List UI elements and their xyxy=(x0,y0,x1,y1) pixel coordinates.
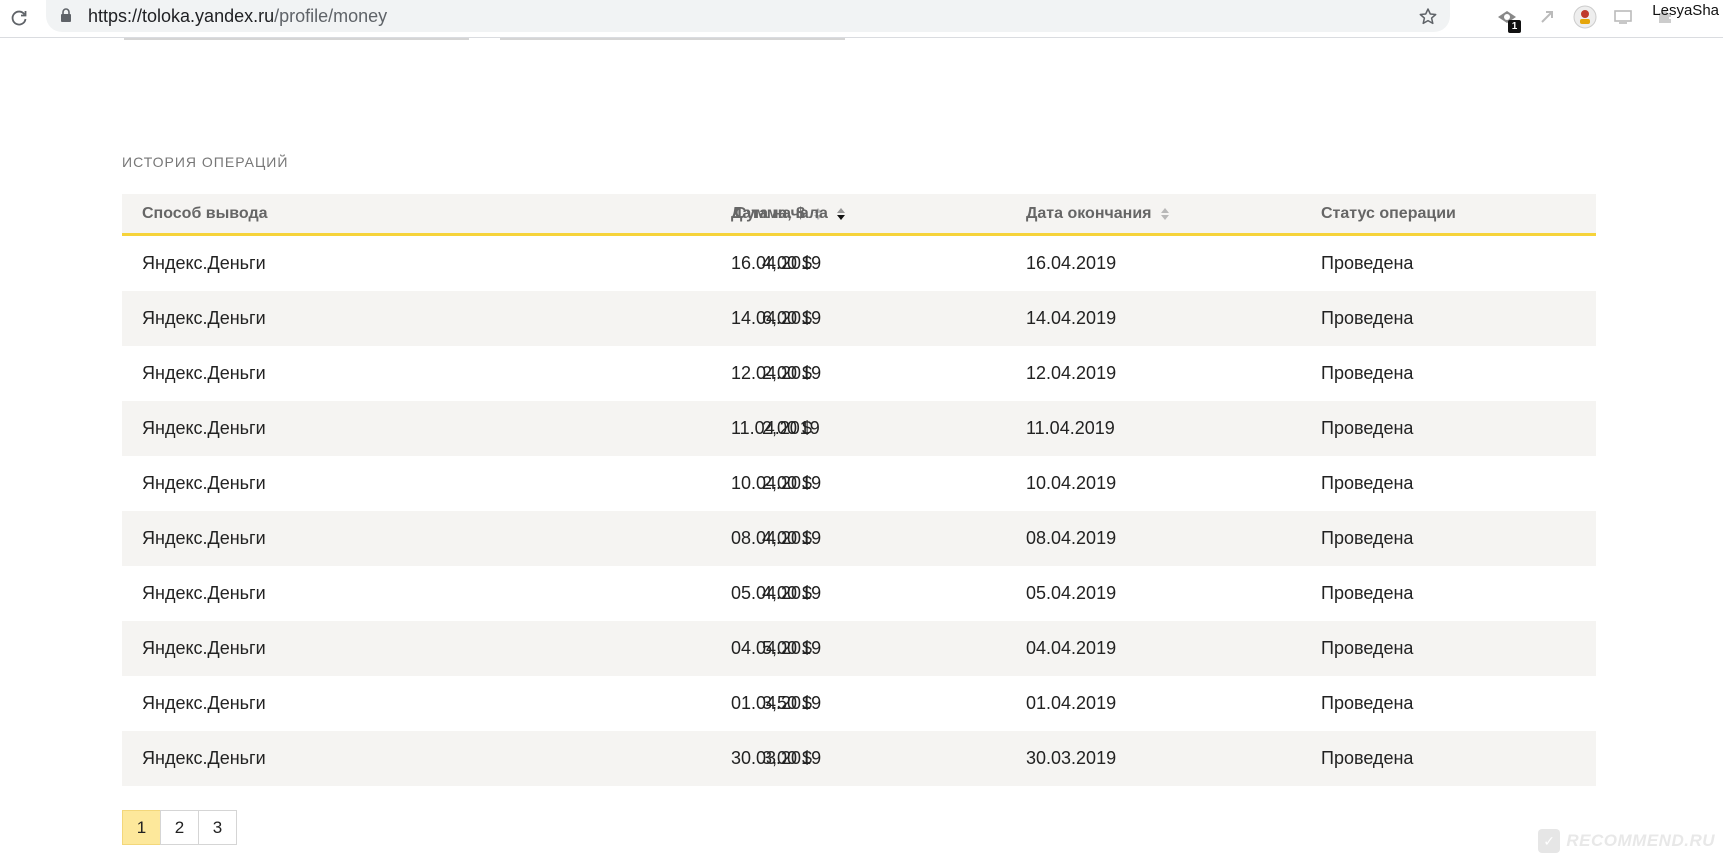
column-header-label: Способ вывода xyxy=(142,205,268,222)
column-header-label: Дата начала xyxy=(731,205,828,222)
cell-method: Яндекс.Деньги xyxy=(142,308,266,328)
column-header-label: Дата окончания xyxy=(1026,205,1152,222)
page-button-1[interactable]: 1 xyxy=(122,810,161,845)
url-path: /profile/money xyxy=(274,6,388,26)
watermark-logo-icon: ✓ xyxy=(1538,829,1561,853)
column-header-label: Статус операции xyxy=(1321,205,1456,222)
cell-start-date: 10.04.2019 xyxy=(731,473,822,493)
reload-icon[interactable] xyxy=(6,5,32,31)
cell-method: Яндекс.Деньги xyxy=(142,253,266,273)
address-bar[interactable]: https://toloka.yandex.ru/profile/money xyxy=(46,0,1450,32)
table-header: Способ вывода Сумма, $ Дата начала Дата … xyxy=(122,194,1596,236)
cell-status: Проведена xyxy=(1321,748,1414,768)
form-field-underline xyxy=(500,38,845,40)
table-row: Яндекс.Деньги 2,00 $11.04.2019 11.04.2019 П… xyxy=(122,401,1596,456)
table-row: Яндекс.Деньги 6,00 $14.04.2019 14.04.2019 П… xyxy=(122,291,1596,346)
cell-start-date: 05.04.2019 xyxy=(731,583,822,603)
extension-screen-icon[interactable] xyxy=(1610,4,1636,30)
cell-end-date: 11.04.2019 xyxy=(1026,418,1115,438)
extension-avatar-icon[interactable] xyxy=(1572,4,1598,30)
cell-method: Яндекс.Деньги xyxy=(142,418,266,438)
table-row: Яндекс.Деньги 3,50 $01.04.2019 01.04.2019 П… xyxy=(122,676,1596,731)
url-text: https://toloka.yandex.ru/profile/money xyxy=(88,6,387,26)
table-row: Яндекс.Деньги 3,00 $30.03.2019 30.03.2019 П… xyxy=(122,731,1596,786)
pagination: 1 2 3 xyxy=(122,810,237,845)
column-header-method: Способ вывода xyxy=(142,205,268,223)
table-row: Яндекс.Деньги 4,00 $08.04.2019 08.04.2019 П… xyxy=(122,511,1596,566)
cell-status: Проведена xyxy=(1321,363,1414,383)
cell-status: Проведена xyxy=(1321,528,1414,548)
cell-end-date: 01.04.2019 xyxy=(1026,693,1117,713)
cell-method: Яндекс.Деньги xyxy=(142,528,266,548)
cell-status: Проведена xyxy=(1321,473,1414,493)
cell-status: Проведена xyxy=(1321,308,1414,328)
page-button-2[interactable]: 2 xyxy=(160,810,199,845)
column-header-end-date[interactable]: Дата окончания xyxy=(1026,205,1169,223)
cell-method: Яндекс.Деньги xyxy=(142,693,266,713)
table-row: Яндекс.Деньги 2,00 $10.04.2019 10.04.2019 П… xyxy=(122,456,1596,511)
operations-table: Способ вывода Сумма, $ Дата начала Дата … xyxy=(122,194,1596,786)
cell-status: Проведена xyxy=(1321,583,1414,603)
cell-end-date: 10.04.2019 xyxy=(1026,473,1117,493)
cell-end-date: 16.04.2019 xyxy=(1026,253,1117,273)
cell-end-date: 04.04.2019 xyxy=(1026,638,1117,658)
cell-method: Яндекс.Деньги xyxy=(142,638,266,658)
section-title: ИСТОРИЯ ОПЕРАЦИЙ xyxy=(122,154,289,170)
cell-end-date: 14.04.2019 xyxy=(1026,308,1117,328)
url-host: https://toloka.yandex.ru xyxy=(88,6,275,26)
cell-end-date: 30.03.2019 xyxy=(1026,748,1117,768)
cell-start-date: 16.04.2019 xyxy=(731,253,822,273)
cell-end-date: 05.04.2019 xyxy=(1026,583,1117,603)
table-row: Яндекс.Деньги 2,00 $12.04.2019 12.04.2019 П… xyxy=(122,346,1596,401)
cell-method: Яндекс.Деньги xyxy=(142,473,266,493)
extension-badge: 1 xyxy=(1508,20,1521,33)
column-header-status: Статус операции xyxy=(1321,205,1456,223)
cell-status: Проведена xyxy=(1321,638,1414,658)
table-row: Яндекс.Деньги 5,00 $04.04.2019 04.04.2019 П… xyxy=(122,621,1596,676)
cell-end-date: 12.04.2019 xyxy=(1026,363,1117,383)
cell-method: Яндекс.Деньги xyxy=(142,583,266,603)
extension-eye-icon[interactable]: 1 xyxy=(1494,4,1521,33)
lock-icon xyxy=(60,8,72,28)
page-button-3[interactable]: 3 xyxy=(198,810,237,845)
table-row: Яндекс.Деньги 4,00 $05.04.2019 05.04.2019 П… xyxy=(122,566,1596,621)
column-header-start-date[interactable]: Дата начала xyxy=(731,205,845,223)
cell-status: Проведена xyxy=(1321,418,1414,438)
cell-end-date: 08.04.2019 xyxy=(1026,528,1117,548)
cell-status: Проведена xyxy=(1321,253,1414,273)
cell-start-date: 08.04.2019 xyxy=(731,528,822,548)
form-field-underline xyxy=(124,38,469,40)
cell-start-date: 30.03.2019 xyxy=(731,748,822,768)
sort-desc-icon xyxy=(836,207,845,221)
browser-toolbar: https://toloka.yandex.ru/profile/money 1… xyxy=(0,0,1723,38)
extension-arrow-icon[interactable] xyxy=(1534,4,1560,30)
table-body: Яндекс.Деньги 4,00 $16.04.2019 16.04.2019 П… xyxy=(122,236,1596,786)
watermark-text: RECOMMEND.RU xyxy=(1566,831,1715,850)
cell-start-date: 11.04.2019 xyxy=(731,418,820,438)
sort-icon xyxy=(1160,207,1169,221)
bookmark-star-icon[interactable] xyxy=(1416,5,1440,29)
cell-method: Яндекс.Деньги xyxy=(142,748,266,768)
cell-start-date: 04.04.2019 xyxy=(731,638,822,658)
profile-name[interactable]: LesyaSha xyxy=(1652,2,1719,19)
cell-status: Проведена xyxy=(1321,693,1414,713)
watermark: ✓ RECOMMEND.RU xyxy=(1538,829,1715,853)
cell-start-date: 01.04.2019 xyxy=(731,693,822,713)
cell-method: Яндекс.Деньги xyxy=(142,363,266,383)
cell-start-date: 12.04.2019 xyxy=(731,363,822,383)
table-row: Яндекс.Деньги 4,00 $16.04.2019 16.04.2019 П… xyxy=(122,236,1596,291)
cell-start-date: 14.04.2019 xyxy=(731,308,822,328)
